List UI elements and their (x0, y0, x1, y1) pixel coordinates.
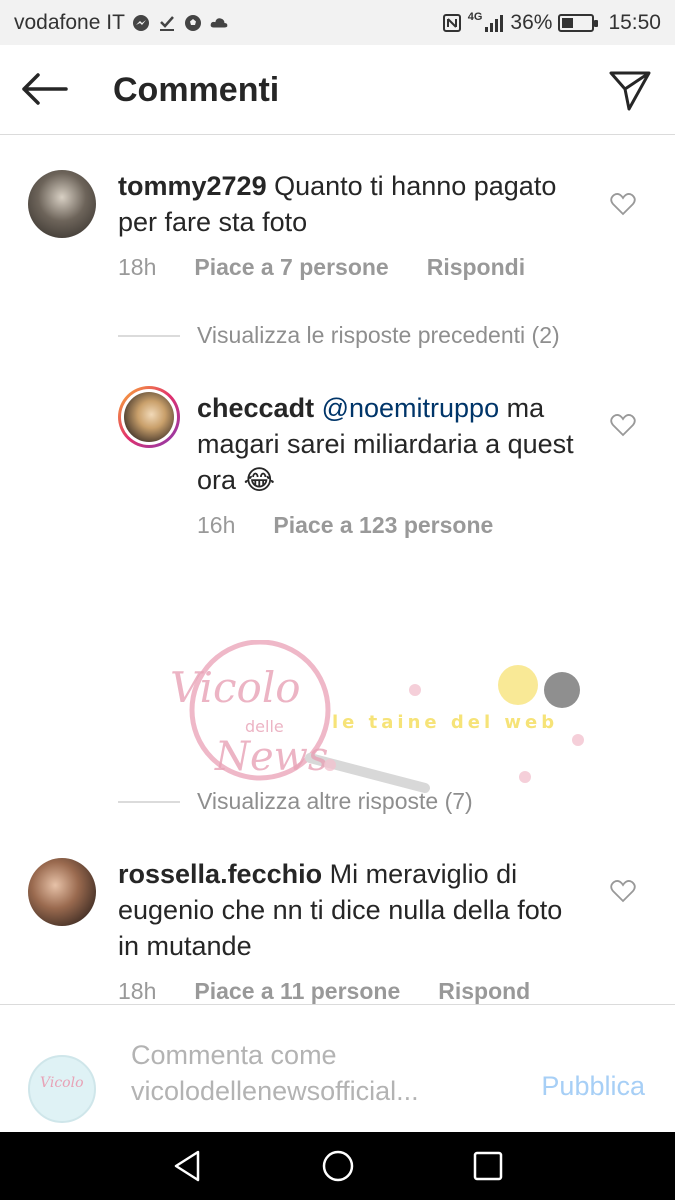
battery-percent: 36% (510, 10, 553, 34)
likes-count-link[interactable]: Piace a 7 persone (194, 254, 388, 281)
comment-composer: Vicolo Commenta come vicolodellenewsoffi… (0, 1004, 675, 1132)
comment-meta: 18h Piace a 7 persone Rispondi (118, 254, 525, 281)
comment-text: tommy2729 Quanto ti hanno pagato per far… (118, 168, 588, 240)
own-avatar: Vicolo (28, 1055, 96, 1123)
likes-count-link[interactable]: Piace a 11 persone (194, 978, 400, 1004)
nav-home-icon[interactable] (320, 1148, 356, 1184)
like-heart-icon[interactable] (610, 879, 636, 903)
avatar[interactable] (118, 386, 180, 448)
comment-input-placeholder-2: vicolodellenewsofficial... (131, 1076, 419, 1106)
reply-divider (118, 334, 180, 337)
comment-time: 18h (118, 254, 157, 280)
status-bar: vodafone IT 4G 36% 15:50 (0, 0, 675, 45)
laughing-tears-emoji: 😂 (243, 465, 276, 495)
network-type-label: 4G (467, 10, 483, 23)
reply-button[interactable]: Rispond (438, 978, 530, 1004)
page-title: Commenti (113, 71, 280, 109)
like-heart-icon[interactable] (610, 413, 636, 437)
reply-mention-link[interactable]: @noemitruppo (322, 393, 500, 423)
soccer-ball-icon (184, 14, 201, 31)
reply-meta: 16h Piace a 123 persone (197, 512, 493, 539)
comments-list[interactable]: tommy2729 Quanto ti hanno pagato per far… (0, 136, 675, 1004)
android-nav-bar (0, 1132, 675, 1200)
avatar[interactable] (28, 170, 96, 238)
comment-username[interactable]: tommy2729 (118, 171, 267, 201)
nav-recents-icon[interactable] (470, 1148, 506, 1184)
reply-username[interactable]: checcadt (197, 393, 314, 423)
like-heart-icon[interactable] (610, 192, 636, 216)
app-header: Commenti (0, 45, 675, 135)
download-done-icon (159, 15, 174, 31)
view-more-replies-button[interactable]: Visualizza altre risposte (7) (118, 788, 473, 815)
publish-button[interactable]: Pubblica (541, 1071, 645, 1102)
battery-icon (558, 13, 599, 32)
view-previous-replies-button[interactable]: Visualizza le risposte precedenti (2) (118, 322, 560, 349)
nav-back-icon[interactable] (170, 1148, 206, 1184)
back-arrow-icon[interactable] (18, 69, 70, 109)
messenger-icon (132, 14, 149, 31)
comment-input[interactable]: Commenta come vicolodellenewsofficial... (131, 1037, 511, 1109)
view-previous-replies-label: Visualizza le risposte precedenti (2) (197, 322, 560, 348)
clock: 15:50 (608, 10, 661, 34)
signal-icon (485, 14, 504, 32)
avatar[interactable] (28, 858, 96, 926)
comment-time: 18h (118, 978, 157, 1004)
comment-input-placeholder-1: Commenta come (131, 1040, 337, 1070)
view-more-replies-label: Visualizza altre risposte (7) (197, 788, 473, 814)
reply-button[interactable]: Rispondi (427, 254, 525, 281)
reply-text: checcadt @noemitruppo ma magari sarei mi… (197, 390, 597, 498)
cloud-icon (210, 17, 228, 28)
nfc-icon (442, 13, 461, 32)
reply-divider (118, 800, 180, 803)
reply-time: 16h (197, 512, 236, 538)
carrier-label: vodafone IT (14, 10, 125, 34)
comment-text: rossella.fecchio Mi meraviglio di eugeni… (118, 856, 588, 964)
comment-username[interactable]: rossella.fecchio (118, 859, 322, 889)
likes-count-link[interactable]: Piace a 123 persone (273, 512, 493, 539)
comment-meta: 18h Piace a 11 persone Rispond (118, 978, 530, 1004)
direct-send-icon[interactable] (607, 67, 653, 113)
